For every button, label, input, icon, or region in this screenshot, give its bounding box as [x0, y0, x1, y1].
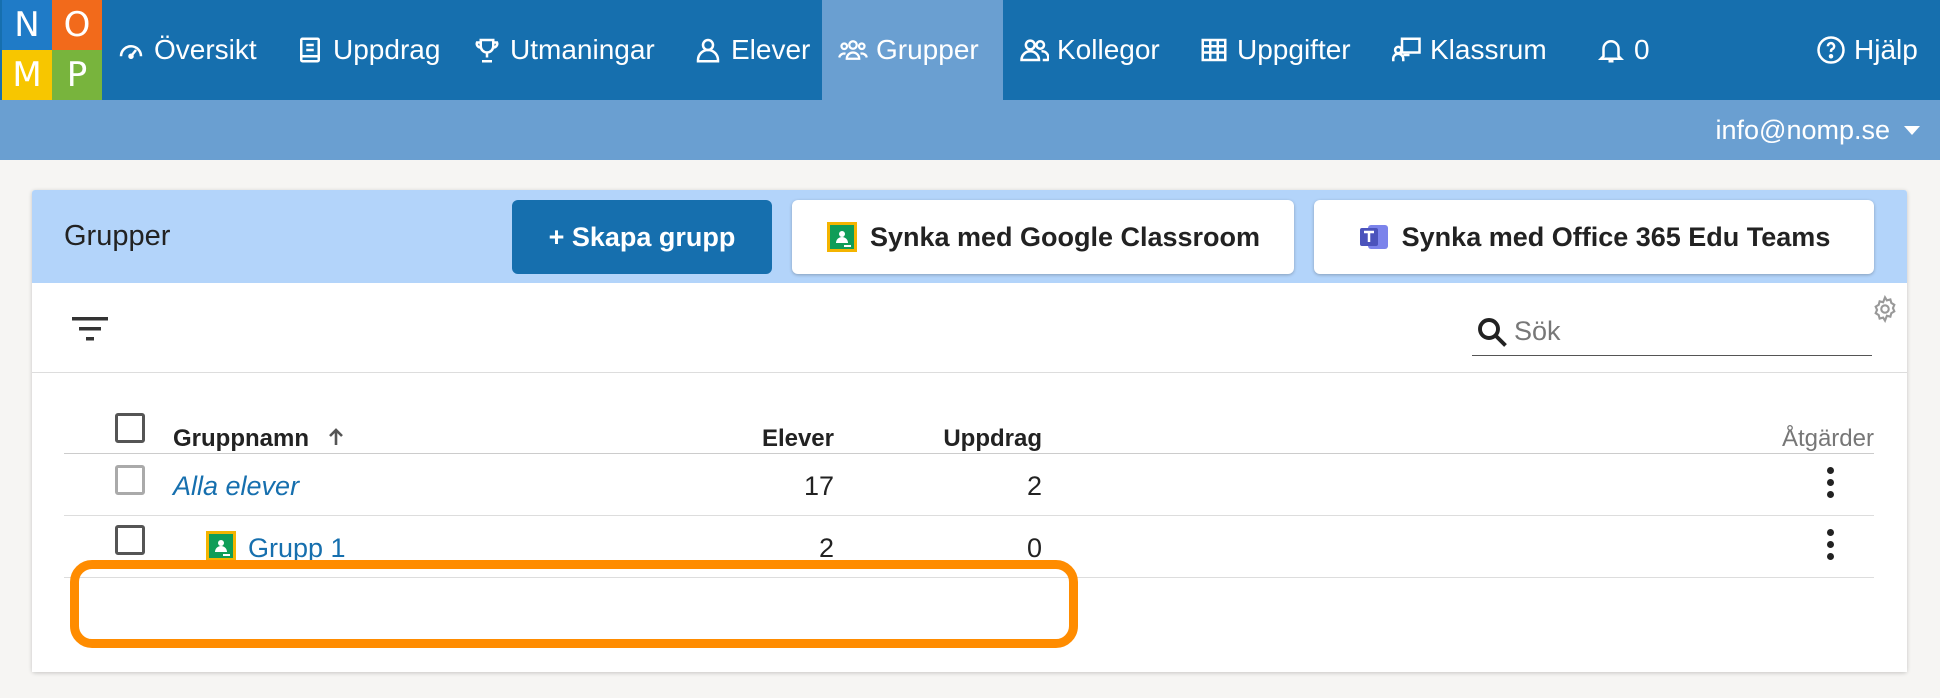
group-name-link[interactable]: Grupp 1 [248, 533, 346, 564]
grid-icon [1199, 35, 1229, 65]
select-all-checkbox[interactable] [115, 413, 145, 443]
account-menu[interactable]: info@nomp.se [1715, 100, 1920, 160]
filter-icon[interactable] [70, 313, 110, 345]
nav-item-kollegor[interactable]: Kollegor [1019, 0, 1160, 100]
book-icon [295, 35, 325, 65]
nav-item-label: Klassrum [1430, 34, 1547, 65]
nav-item-label: Översikt [154, 34, 257, 65]
caret-down-icon [1904, 125, 1920, 135]
nav-item-label: Utmaningar [510, 34, 655, 65]
row-checkbox[interactable] [115, 525, 145, 555]
student-count: 2 [818, 533, 834, 563]
search-field[interactable] [1472, 308, 1872, 356]
logo-letter-p: P [52, 50, 102, 100]
nav-item-label: Kollegor [1057, 34, 1160, 65]
nav-item-uppdrag[interactable]: Uppdrag [295, 0, 440, 100]
person-icon [693, 35, 723, 65]
notifications-button[interactable]: 0 [1596, 0, 1650, 100]
nav-item-hjalp[interactable]: Hjälp [1816, 0, 1918, 100]
student-count: 17 [803, 471, 834, 501]
notification-count: 0 [1634, 34, 1650, 65]
logo-letter-m: M [2, 50, 52, 100]
row-checkbox[interactable] [115, 465, 145, 495]
account-email: info@nomp.se [1715, 114, 1891, 145]
nav-item-klassrum[interactable]: Klassrum [1392, 0, 1547, 100]
trophy-icon [472, 35, 502, 65]
search-icon [1478, 317, 1507, 347]
speedometer-icon [116, 35, 146, 65]
create-group-button[interactable]: + Skapa grupp [512, 200, 772, 274]
nomp-logo[interactable]: N O M P [2, 0, 102, 100]
bell-icon [1596, 35, 1626, 65]
table-row[interactable]: Alla elever 17 2 [64, 454, 1874, 516]
nav-item-label: Grupper [876, 34, 979, 65]
groups-table: Gruppnamn Elever Uppdrag Åtgärder Alla e… [32, 383, 1907, 672]
column-header-students[interactable]: Elever [714, 425, 834, 453]
nav-item-label: Hjälp [1854, 34, 1918, 65]
assignment-count: 2 [1026, 471, 1042, 501]
gear-icon[interactable] [1871, 295, 1899, 323]
arrow-up-icon [328, 428, 343, 445]
nav-item-utmaningar[interactable]: Utmaningar [472, 0, 655, 100]
people-outline-icon [1019, 35, 1049, 65]
group-name-link[interactable]: Alla elever [173, 471, 299, 502]
teams-icon [1358, 221, 1390, 253]
nav-item-label: Elever [731, 34, 811, 65]
nav-item-grupper[interactable]: Grupper [822, 0, 1003, 100]
nav-item-label: Uppgifter [1237, 34, 1351, 65]
classroom-icon [1392, 35, 1422, 65]
more-actions-icon[interactable] [1825, 529, 1835, 565]
column-header-actions: Åtgärder [1781, 425, 1874, 452]
sync-google-label: Synka med Google Classroom [869, 221, 1261, 252]
logo-letter-n: N [2, 0, 52, 50]
column-header-assignments[interactable]: Uppdrag [922, 425, 1042, 453]
people-icon [838, 35, 868, 65]
google-classroom-icon [206, 531, 236, 561]
sync-google-classroom-button[interactable]: Synka med Google Classroom [792, 200, 1294, 274]
groups-card: Grupper + Skapa grupp Synka med Google C… [32, 190, 1907, 672]
help-circle-icon [1816, 35, 1846, 65]
page-title: Grupper [64, 220, 171, 252]
column-header-label: Gruppnamn [173, 425, 309, 452]
nav-item-oversikt[interactable]: Översikt [116, 0, 257, 100]
table-toolbar [32, 283, 1907, 373]
nav-item-uppgifter[interactable]: Uppgifter [1199, 0, 1351, 100]
logo-letter-o: O [52, 0, 102, 50]
card-header: Grupper + Skapa grupp Synka med Google C… [32, 190, 1907, 283]
sync-office365-teams-button[interactable]: Synka med Office 365 Edu Teams [1314, 200, 1874, 274]
assignment-count: 0 [1026, 533, 1042, 563]
more-actions-icon[interactable] [1825, 467, 1835, 503]
top-navigation: N O M P Översikt Uppdrag Utmaningar Elev… [0, 0, 1940, 100]
google-classroom-icon [826, 221, 858, 253]
search-input[interactable] [1514, 316, 1854, 347]
table-header-row: Gruppnamn Elever Uppdrag Åtgärder [64, 383, 1874, 454]
column-header-name[interactable]: Gruppnamn [173, 425, 348, 453]
table-row[interactable]: Grupp 1 2 0 [64, 516, 1874, 578]
account-bar: info@nomp.se [0, 100, 1940, 160]
nav-item-label: Uppdrag [333, 34, 441, 65]
nav-item-elever[interactable]: Elever [693, 0, 810, 100]
sync-teams-label: Synka med Office 365 Edu Teams [1401, 221, 1831, 252]
